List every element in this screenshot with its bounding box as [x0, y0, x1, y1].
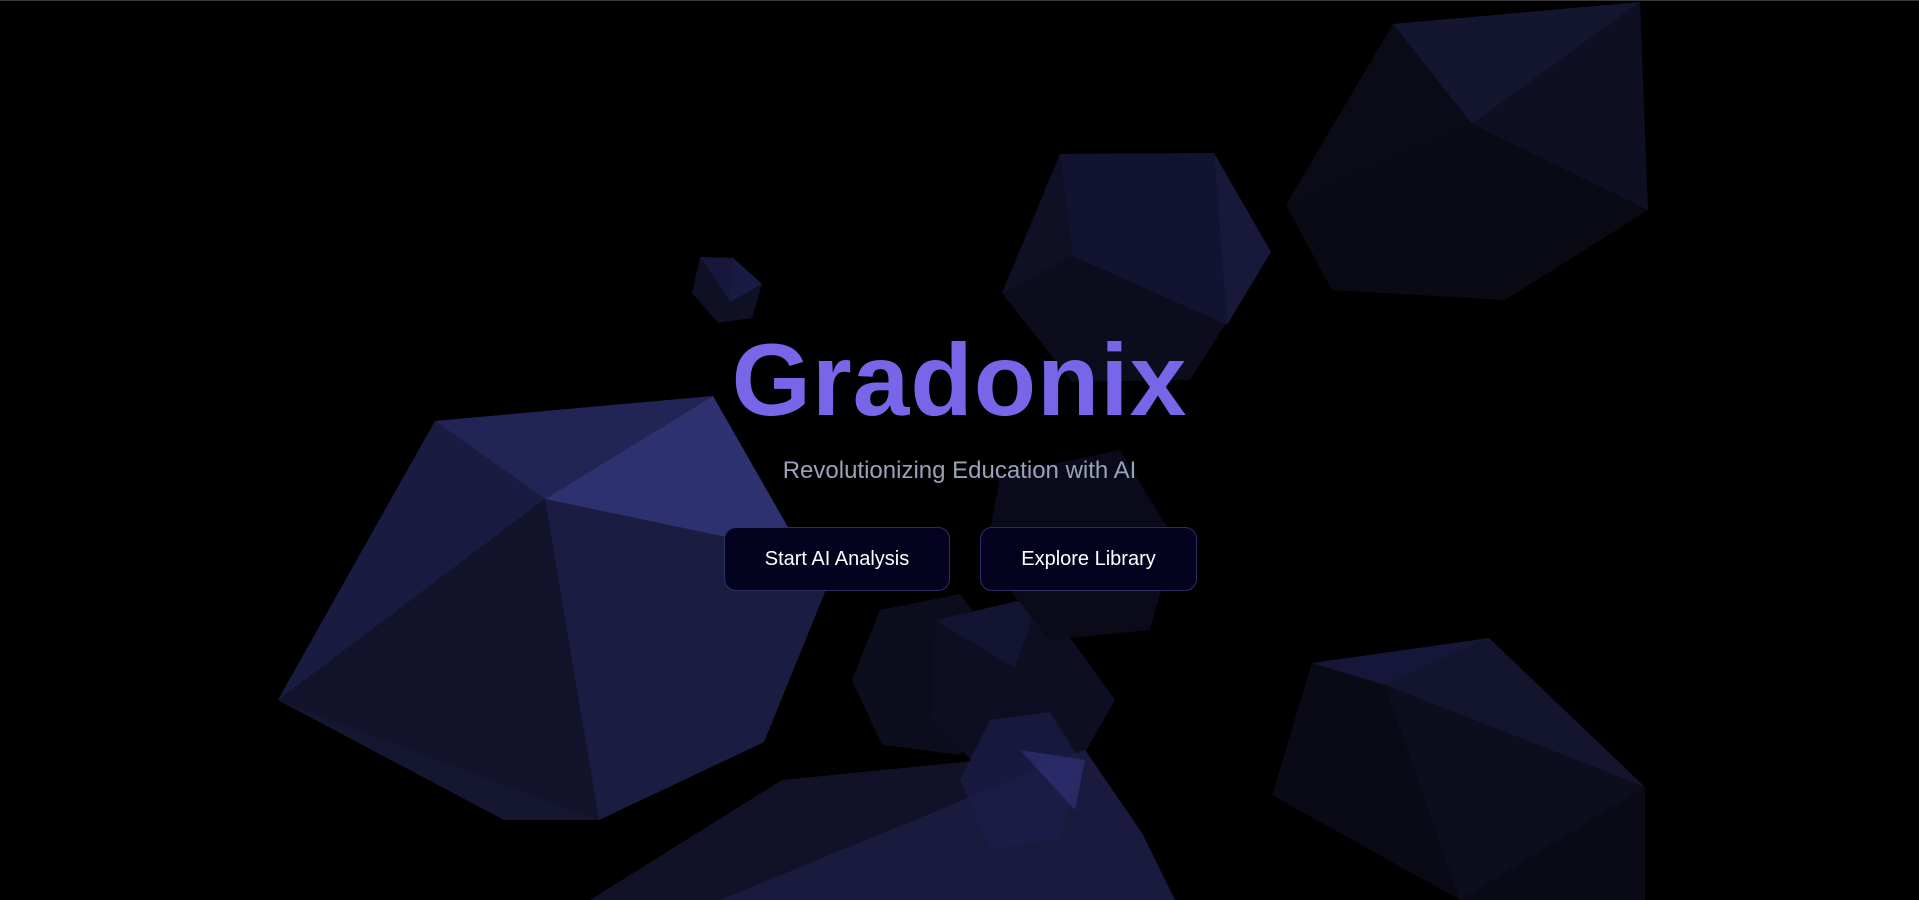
landing-page: Gradonix Revolutionizing Education with …	[0, 0, 1919, 900]
start-ai-analysis-button[interactable]: Start AI Analysis	[724, 527, 950, 591]
explore-library-button[interactable]: Explore Library	[980, 527, 1197, 591]
brand-title: Gradonix	[731, 323, 1188, 437]
hero-section: Gradonix Revolutionizing Education with …	[0, 0, 1919, 900]
tagline: Revolutionizing Education with AI	[782, 457, 1137, 484]
